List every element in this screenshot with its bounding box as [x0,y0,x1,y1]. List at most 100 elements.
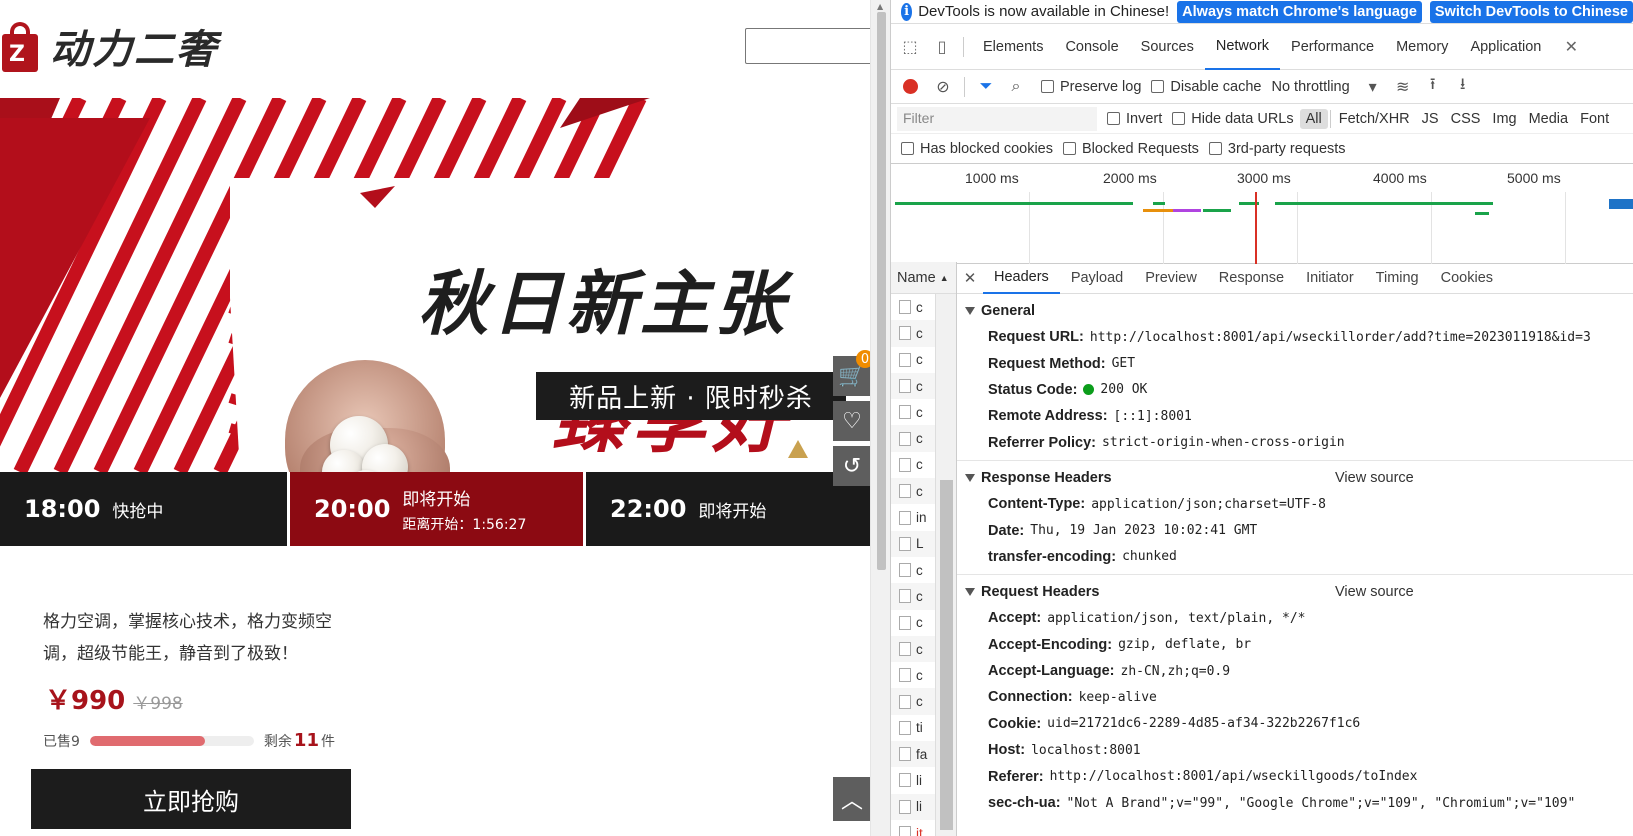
tab-timing[interactable]: Timing [1365,262,1430,294]
type-font[interactable]: Font [1574,109,1615,129]
tab-network[interactable]: Network [1204,24,1281,70]
header-row[interactable]: Host: localhost:8001 [957,737,1633,763]
divider [1329,109,1331,128]
header-row[interactable]: Remote Address: [::1]:8001 [957,403,1633,429]
header-row[interactable]: Status Code: 200 OK [957,377,1633,403]
slot-22[interactable]: 22:00 即将开始 [586,472,870,546]
header-row[interactable]: Accept-Encoding: gzip, deflate, br [957,632,1633,658]
request-name: c [916,667,923,683]
tab-elements[interactable]: Elements [972,24,1054,70]
filter-icon[interactable]: ⏷ [975,78,997,96]
back-to-top-button[interactable]: ︿ [833,777,870,821]
disable-cache-checkbox[interactable] [1151,80,1165,93]
sold-progress: 已售9 剩余 11 件 [43,730,335,751]
preserve-log-checkbox[interactable] [1041,80,1054,93]
record-icon[interactable] [903,79,918,94]
filter-input[interactable]: Filter [897,106,1097,131]
header-row[interactable]: transfer-encoding: chunked [957,544,1633,570]
header-row[interactable]: Connection: keep-alive [957,684,1633,710]
favorite-button[interactable]: ♡ [833,401,870,441]
type-fetch-xhr[interactable]: Fetch/XHR [1333,109,1416,129]
third-party-checkbox[interactable] [1208,142,1222,155]
tab-initiator[interactable]: Initiator [1295,262,1365,294]
file-icon [899,720,911,735]
request-section-header[interactable]: Request Headers View source [957,579,1633,605]
status-ok-icon [1083,384,1095,396]
search-icon[interactable]: ⌕ [1005,78,1027,96]
network-overview[interactable]: 1000 ms 2000 ms 3000 ms 4000 ms 5000 ms [891,164,1633,264]
hide-data-urls-checkbox[interactable] [1172,112,1186,125]
type-all[interactable]: All [1299,108,1328,129]
scroll-thumb[interactable] [940,480,953,830]
page-scrollbar[interactable]: ▲ [870,0,890,836]
header-value: Thu, 19 Jan 2023 10:02:41 GMT [1030,523,1258,539]
match-language-button[interactable]: Always match Chrome's language [1177,0,1422,23]
file-icon [899,642,911,656]
chevron-down-icon[interactable]: ▾ [1362,77,1384,97]
header-row[interactable]: Cookie: uid=21721dc6-2289-4d85-af34-322b2… [957,711,1633,737]
general-section-header[interactable]: General [957,298,1633,324]
search-input[interactable] [745,28,870,64]
header-row[interactable]: Request Method: GET [957,350,1633,376]
response-section-header[interactable]: Response Headers View source [957,465,1633,491]
tick-label: 4000 ms [1373,170,1427,186]
view-source-link[interactable]: View source [1335,470,1414,486]
type-media[interactable]: Media [1523,109,1575,129]
header-row[interactable]: Request URL: http://localhost:8001/api/ws… [957,324,1633,350]
tab-payload[interactable]: Payload [1060,262,1134,294]
buy-now-button[interactable]: 立即抢购 [31,769,351,829]
file-icon [899,747,911,762]
scroll-thumb[interactable] [877,12,886,570]
view-source-link[interactable]: View source [1335,584,1414,600]
scroll-up-icon[interactable]: ▲ [877,2,883,11]
blocked-requests-checkbox[interactable] [1063,142,1076,155]
header-key: Status Code: [988,381,1078,398]
list-scrollbar[interactable] [935,294,956,836]
header-row[interactable]: Referrer Policy: strict-origin-when-cross… [957,430,1633,456]
tab-sources[interactable]: Sources [1130,24,1205,70]
tab-response[interactable]: Response [1208,262,1295,294]
download-icon[interactable]: ⭳ [1452,73,1474,100]
header-row[interactable]: sec-ch-ua: "Not A Brand";v="99", "Google … [957,790,1633,816]
network-conditions-icon[interactable]: ≋ [1392,77,1414,97]
name-column-header[interactable]: Name ▲ [891,262,956,294]
close-icon[interactable]: ✕ [1558,37,1584,57]
request-name: c [916,615,923,631]
header-row[interactable]: Accept-Language: zh-CN,zh;q=0.9 [957,658,1633,684]
tab-headers[interactable]: Headers [983,262,1060,294]
header-key: Host: [988,742,1026,759]
device-toggle-icon[interactable]: ▯ [929,37,955,57]
file-icon [899,668,911,683]
header-value: http://localhost:8001/api/wseckillorder/… [1089,329,1591,345]
disable-cache-label: Disable cache [1170,78,1262,95]
tab-performance[interactable]: Performance [1280,24,1385,70]
invert-checkbox[interactable] [1107,112,1120,125]
header-row[interactable]: Content-Type: application/json;charset=UT… [957,491,1633,517]
brand-logo[interactable]: Z 动力二奢 [0,16,218,76]
clear-icon[interactable]: ⊘ [932,77,954,97]
slot-20[interactable]: 20:00 即将开始 距离开始：1:56:27 [290,472,583,546]
type-js[interactable]: JS [1416,109,1445,129]
blocked-requests-label: Blocked Requests [1082,140,1199,157]
switch-chinese-button[interactable]: Switch DevTools to Chinese [1429,0,1633,23]
tab-application[interactable]: Application [1459,24,1552,70]
inspect-icon[interactable]: ⬚ [897,37,923,57]
type-css[interactable]: CSS [1445,109,1487,129]
type-img[interactable]: Img [1486,109,1522,129]
upload-icon[interactable]: ⭱ [1422,73,1444,100]
close-icon[interactable]: ✕ [957,269,983,287]
blocked-cookies-checkbox[interactable] [901,142,914,155]
progress-bar [89,735,254,746]
throttling-select[interactable]: No throttling [1271,79,1349,95]
tab-memory[interactable]: Memory [1385,24,1459,70]
tab-preview[interactable]: Preview [1134,262,1208,294]
history-button[interactable]: ↺ [833,446,870,486]
header-row[interactable]: Accept: application/json, text/plain, */* [957,605,1633,631]
slot-18[interactable]: 18:00 快抢中 [0,472,287,546]
tab-cookies[interactable]: Cookies [1430,262,1504,294]
file-icon [899,484,911,499]
header-row[interactable]: Date: Thu, 19 Jan 2023 10:02:41 GMT [957,517,1633,543]
tab-console[interactable]: Console [1054,24,1129,70]
header-row[interactable]: Referer: http://localhost:8001/api/wsecki… [957,763,1633,789]
product-description[interactable]: 格力空调，掌握核心技术，格力变频空调，超级节能王，静音到了极致！ [43,606,343,670]
